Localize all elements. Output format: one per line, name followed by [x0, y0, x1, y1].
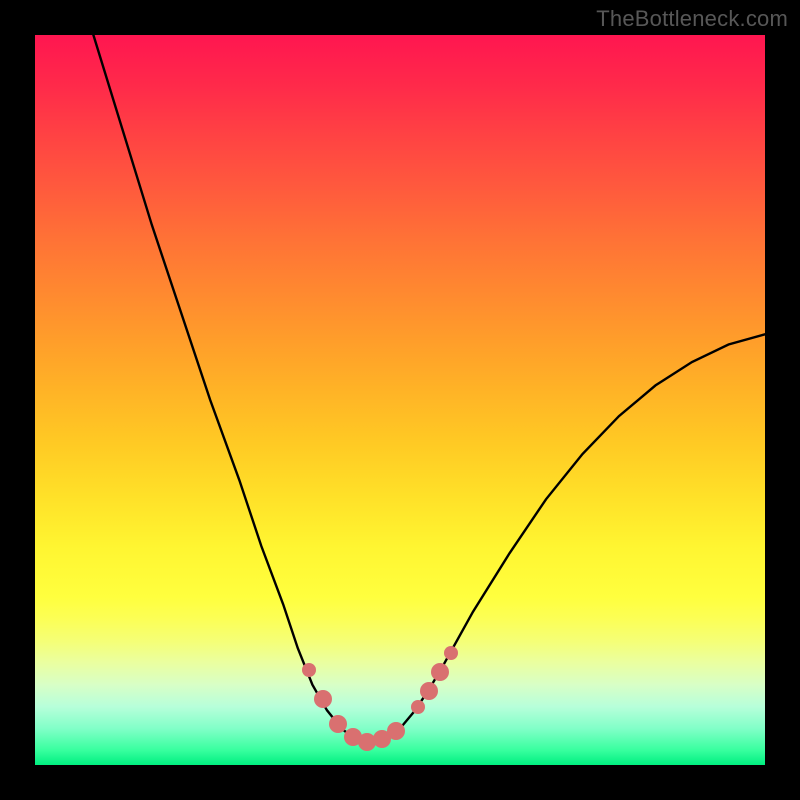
- curve-marker: [302, 663, 316, 677]
- watermark-text: TheBottleneck.com: [596, 6, 788, 32]
- plot-area: [35, 35, 765, 765]
- curve-marker: [411, 700, 425, 714]
- curve-marker: [420, 682, 438, 700]
- chart-frame: TheBottleneck.com: [0, 0, 800, 800]
- curve-svg: [35, 35, 765, 765]
- curve-marker: [387, 722, 405, 740]
- curve-marker: [431, 663, 449, 681]
- curve-path: [93, 35, 765, 742]
- curve-marker: [329, 715, 347, 733]
